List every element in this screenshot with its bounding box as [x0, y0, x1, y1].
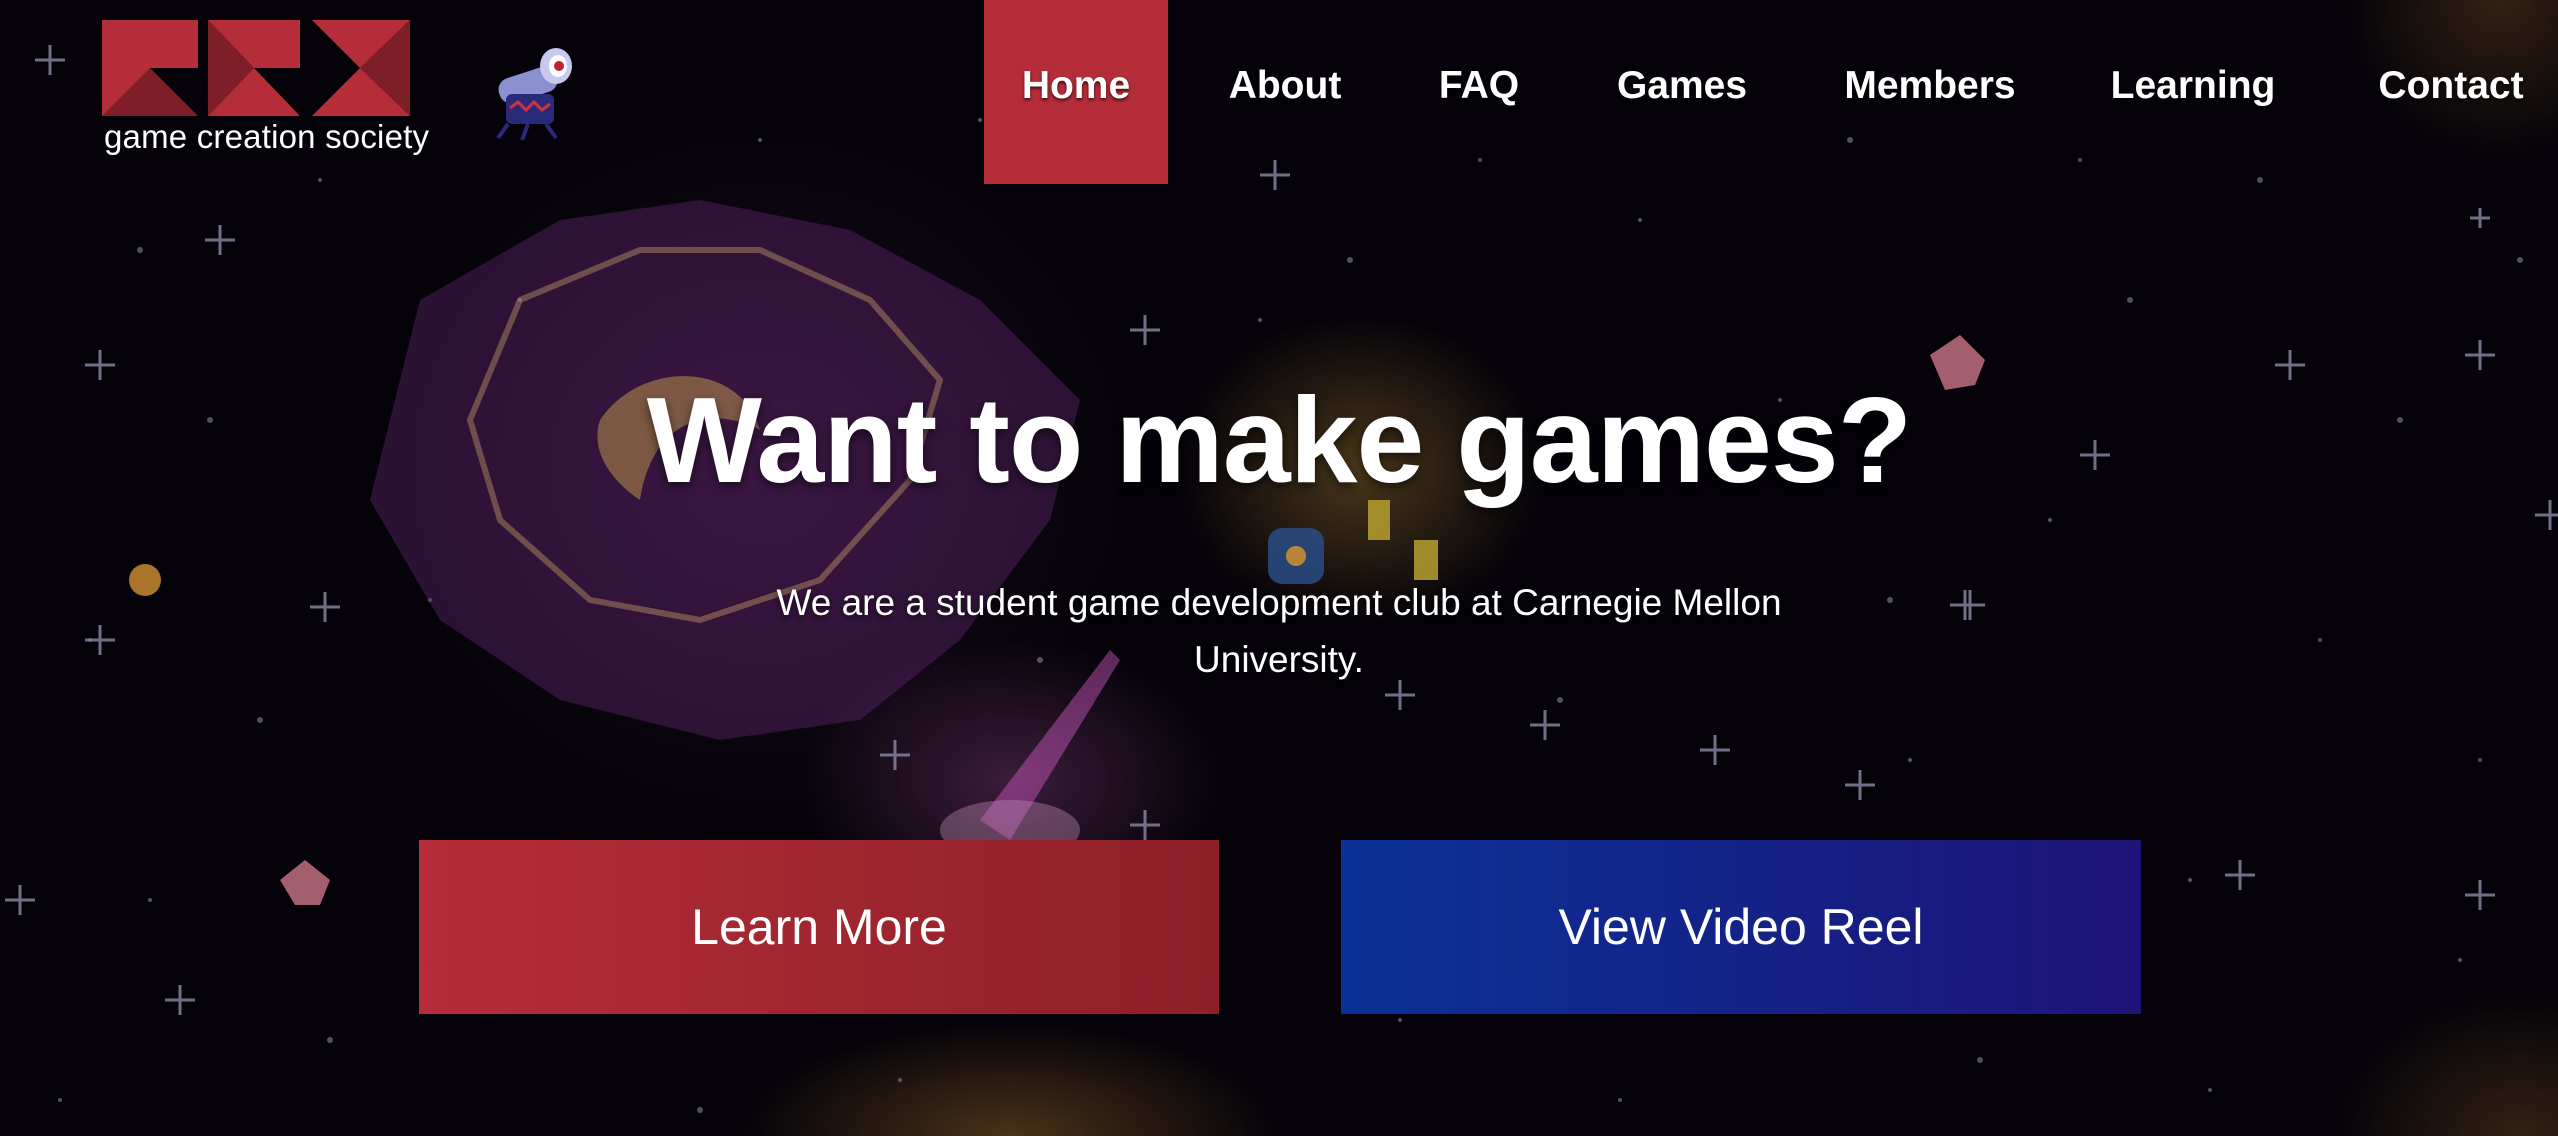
main-nav: Home About FAQ Games Members Learning Co… [0, 0, 2558, 184]
nav-contact[interactable]: Contact [2356, 0, 2546, 184]
learn-more-button[interactable]: Learn More [419, 840, 1219, 1014]
nav-home[interactable]: Home [984, 0, 1168, 184]
page: game creation society Home About FAQ Gam… [0, 0, 2558, 1136]
nav-games[interactable]: Games [1600, 0, 1764, 184]
hero-subtitle: We are a student game development club a… [776, 582, 1782, 680]
nav-members[interactable]: Members [1830, 0, 2030, 184]
view-video-reel-button[interactable]: View Video Reel [1341, 840, 2141, 1014]
nav-faq[interactable]: FAQ [1420, 0, 1538, 184]
nav-learning[interactable]: Learning [2096, 0, 2290, 184]
nav-about[interactable]: About [1210, 0, 1360, 184]
hero-title: Want to make games? [646, 372, 1913, 508]
